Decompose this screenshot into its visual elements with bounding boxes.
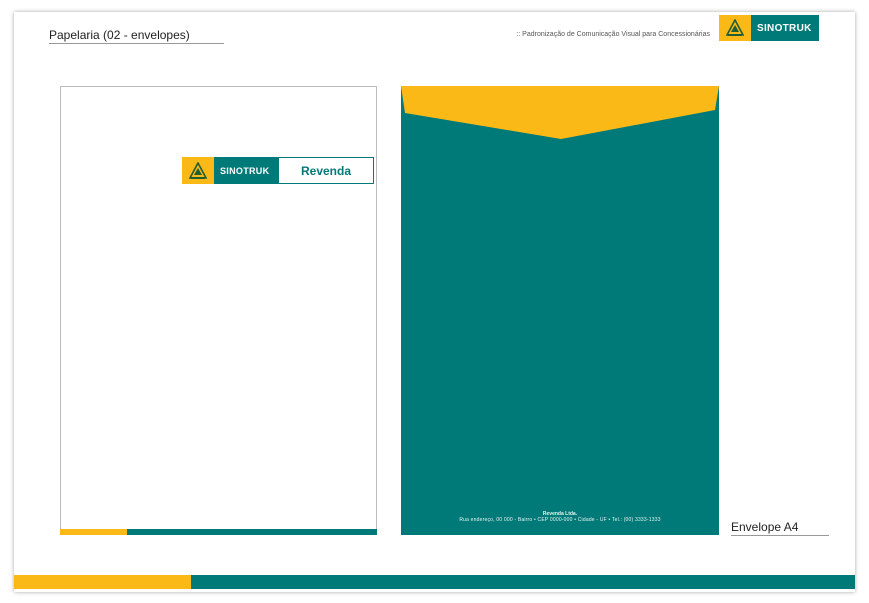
envelope-back: Revenda Ltda. Rua endereço, 00 000 - Bai… bbox=[401, 86, 719, 535]
address-line: Rua endereço, 00 000 - Bairro • CEP 0000… bbox=[459, 517, 661, 523]
envelope-back-artwork bbox=[401, 86, 719, 535]
header-brand-logo: SINOTRUK bbox=[719, 15, 819, 41]
page-title: Papelaria (02 - envelopes) bbox=[49, 28, 224, 44]
sinotruk-logo-icon bbox=[719, 15, 751, 41]
brand-wordmark: SINOTRUK bbox=[214, 157, 279, 184]
tagline: :: Padronização de Comunicação Visual pa… bbox=[516, 31, 710, 38]
envelope-front-logo: SINOTRUK Revenda bbox=[182, 157, 374, 184]
footer-bar-yellow bbox=[14, 575, 191, 589]
sinotruk-logo-icon bbox=[182, 157, 214, 184]
envelope-front bbox=[60, 86, 377, 534]
brand-wordmark: SINOTRUK bbox=[751, 15, 819, 41]
envelope-back-address: Revenda Ltda. Rua endereço, 00 000 - Bai… bbox=[401, 511, 719, 523]
stripe-yellow bbox=[60, 529, 127, 535]
dealer-label: Revenda bbox=[279, 157, 374, 184]
footer-bar-teal bbox=[191, 575, 855, 589]
envelope-front-stripe bbox=[60, 529, 377, 535]
envelope-caption: Envelope A4 bbox=[731, 520, 829, 536]
stripe-teal bbox=[127, 529, 377, 535]
footer-color-bar bbox=[14, 575, 855, 589]
